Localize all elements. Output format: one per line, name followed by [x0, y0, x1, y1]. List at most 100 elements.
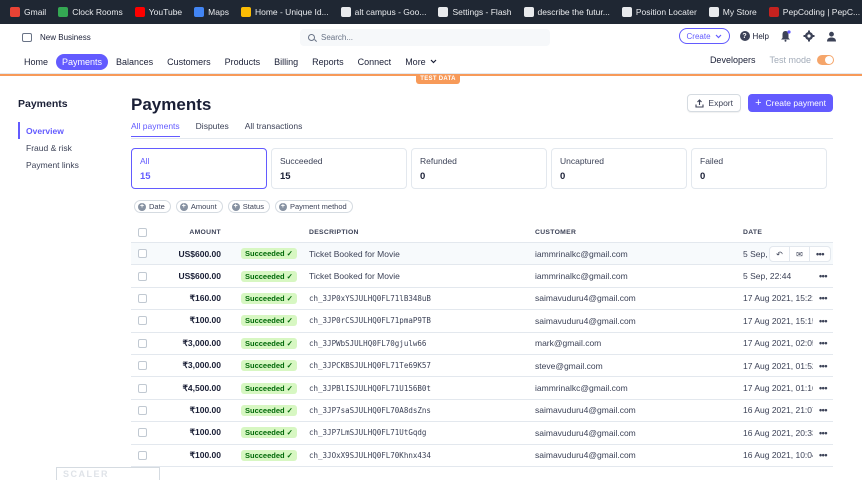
sidebar-item-overview[interactable]: Overview — [18, 122, 118, 139]
row-checkbox-cell — [131, 271, 153, 281]
more-actions-icon[interactable]: ••• — [819, 361, 827, 371]
table-row[interactable]: ₹100.00 Succeeded ✓ ch_3JP7saSJULHQ0FL70A8d… — [131, 400, 833, 423]
bookmark-label: Maps — [208, 7, 229, 17]
nav-more[interactable]: More — [399, 54, 443, 70]
table-row[interactable]: ₹3,000.00 Succeeded ✓ ch_3JPCKBSJULHQ0FL71T… — [131, 355, 833, 378]
account-button[interactable] — [825, 30, 838, 43]
check-icon: ✓ — [286, 293, 293, 303]
test-mode-toggle[interactable]: Test mode — [769, 55, 834, 65]
bookmark-clock-rooms[interactable]: Clock Rooms — [52, 0, 129, 24]
filter-payment-method[interactable]: + Payment method — [274, 200, 353, 213]
table-row[interactable]: US$600.00 Succeeded ✓ Ticket Booked for Mov… — [131, 243, 833, 266]
payment-customer: saimavuduru4@gmail.com — [535, 315, 636, 326]
nav-billing[interactable]: Billing — [268, 54, 304, 70]
developers-link[interactable]: Developers — [710, 55, 756, 65]
payment-amount: ₹3,000.00 — [182, 360, 222, 371]
row-checkbox[interactable] — [137, 405, 147, 415]
bookmark-alt-campus-goo[interactable]: alt campus - Goo... — [335, 0, 433, 24]
nav-home[interactable]: Home — [18, 54, 54, 70]
row-checkbox[interactable] — [137, 361, 147, 371]
table-row[interactable]: ₹3,000.00 Succeeded ✓ ch_3JPWbSJULHQ0FL70gj… — [131, 333, 833, 355]
bookmark-pepcoding-pepc[interactable]: PepCoding | PepC... — [763, 0, 862, 24]
bookmark-favicon-icon — [438, 7, 449, 17]
more-actions-icon[interactable]: ••• — [819, 450, 827, 460]
payment-amount: ₹3,000.00 — [182, 337, 222, 348]
help-icon: ? — [739, 31, 750, 41]
nav-payments[interactable]: Payments — [56, 53, 109, 70]
more-actions-icon[interactable]: ••• — [819, 316, 827, 326]
help-button[interactable]: ? Help — [739, 31, 769, 41]
search-input[interactable]: Search... — [300, 29, 550, 46]
create-button[interactable]: Create — [678, 28, 730, 44]
sidebar-item-fraud-risk[interactable]: Fraud & risk — [18, 139, 118, 156]
row-checkbox[interactable] — [137, 338, 147, 348]
settings-button[interactable] — [802, 30, 815, 43]
more-actions-button[interactable]: ••• — [810, 247, 830, 261]
bookmark-gmail[interactable]: Gmail — [4, 0, 52, 24]
tab-disputes[interactable]: Disputes — [196, 121, 229, 137]
check-icon: ✓ — [286, 450, 293, 460]
bookmark-home-unique-id[interactable]: Home - Unique Id... — [235, 0, 335, 24]
filter-amount[interactable]: + Amount — [175, 200, 223, 213]
send-receipt-button[interactable]: ✉ — [790, 247, 810, 261]
row-checkbox[interactable] — [137, 316, 147, 326]
row-checkbox[interactable] — [137, 450, 147, 460]
row-checkbox[interactable] — [137, 249, 147, 259]
row-checkbox[interactable] — [137, 293, 147, 303]
table-row[interactable]: ₹4,500.00 Succeeded ✓ ch_3JPBlISJULHQ0FL71U… — [131, 377, 833, 400]
business-switcher[interactable]: New Business — [22, 32, 91, 42]
payment-date: 16 Aug 2021, 21:07 — [743, 405, 813, 416]
tab-all-payments[interactable]: All payments — [131, 121, 180, 137]
bookmark-maps[interactable]: Maps — [188, 0, 235, 24]
table-row[interactable]: ₹160.00 Succeeded ✓ ch_3JP0xYSJULHQ0FL71lB3… — [131, 288, 833, 311]
notifications-button[interactable] — [779, 30, 792, 43]
bookmark-my-store[interactable]: My Store — [703, 0, 763, 24]
status-card-failed[interactable]: Failed 0 — [691, 148, 827, 189]
refund-button[interactable]: ↶ — [770, 247, 790, 261]
nav-balances[interactable]: Balances — [110, 54, 159, 70]
row-checkbox[interactable] — [137, 428, 147, 438]
row-checkbox[interactable] — [137, 271, 147, 281]
tab-all-transactions[interactable]: All transactions — [245, 121, 303, 137]
sidebar-item-payment-links[interactable]: Payment links — [18, 156, 118, 173]
table-row[interactable]: ₹100.00 Succeeded ✓ ch_3JP0rCSJULHQ0FL71pma… — [131, 310, 833, 333]
sidebar-title: Payments — [18, 98, 68, 110]
payment-customer: steve@gmail.com — [535, 360, 603, 371]
export-button[interactable]: Export — [687, 94, 741, 112]
row-checkbox[interactable] — [137, 383, 147, 393]
filter-date[interactable]: + Date — [134, 200, 171, 213]
status-card-uncaptured[interactable]: Uncaptured 0 — [551, 148, 687, 189]
status-card-succeeded[interactable]: Succeeded 15 — [271, 148, 407, 189]
header-amount: AMOUNT — [189, 229, 221, 236]
more-actions-icon[interactable]: ••• — [819, 293, 827, 303]
more-actions-icon[interactable]: ••• — [819, 271, 827, 281]
select-all-checkbox[interactable] — [137, 228, 147, 237]
more-actions-icon[interactable]: ••• — [819, 338, 827, 348]
payment-status-cell: Succeeded ✓ — [223, 449, 309, 461]
status-badge: Succeeded ✓ — [241, 360, 297, 372]
nav-products[interactable]: Products — [219, 54, 267, 70]
nav-customers[interactable]: Customers — [161, 54, 217, 70]
table-row[interactable]: US$600.00 Succeeded ✓ Ticket Booked for Mov… — [131, 265, 833, 288]
search-icon — [308, 34, 315, 41]
table-row[interactable]: ₹100.00 Succeeded ✓ ch_3JP7LmSJULHQ0FL71UtG… — [131, 422, 833, 445]
table-row[interactable]: ₹100.00 Succeeded ✓ ch_3JOxX9SJULHQ0FL70Khn… — [131, 445, 833, 467]
row-checkbox-cell — [131, 316, 153, 326]
nav-connect[interactable]: Connect — [352, 54, 398, 70]
filter-status[interactable]: + Status — [227, 200, 270, 213]
nav-reports[interactable]: Reports — [306, 54, 350, 70]
toggle-switch[interactable] — [817, 55, 834, 65]
status-badge: Succeeded ✓ — [241, 248, 297, 260]
more-actions-icon[interactable]: ••• — [819, 428, 827, 438]
status-card-all[interactable]: All 15 — [131, 148, 267, 189]
payment-customer: mark@gmail.com — [535, 338, 602, 349]
status-label: Succeeded — [245, 383, 285, 393]
bookmark-describe-the-futur[interactable]: describe the futur... — [518, 0, 616, 24]
bookmark-position-locater[interactable]: Position Locater — [616, 0, 703, 24]
status-card-refunded[interactable]: Refunded 0 — [411, 148, 547, 189]
bookmark-settings-flash[interactable]: Settings - Flash — [432, 0, 517, 24]
bookmark-youtube[interactable]: YouTube — [129, 0, 188, 24]
more-actions-icon[interactable]: ••• — [819, 383, 827, 393]
create-payment-button[interactable]: + Create payment — [748, 94, 833, 112]
more-actions-icon[interactable]: ••• — [819, 405, 827, 415]
